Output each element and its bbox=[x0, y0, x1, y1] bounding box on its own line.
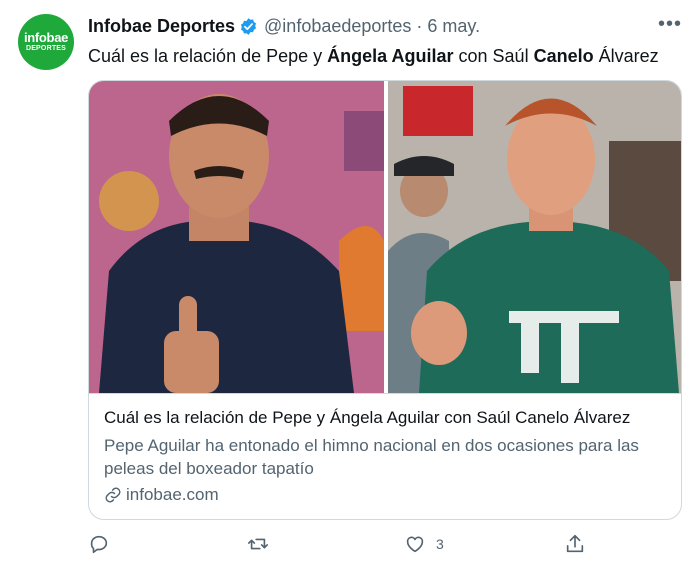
tweet-header: Infobae Deportes @infobaedeportes · 6 ma… bbox=[88, 14, 480, 38]
handle[interactable]: @infobaedeportes bbox=[264, 16, 411, 37]
tweet-text-segment: Álvarez bbox=[593, 46, 659, 66]
avatar-logo-text: infobae bbox=[23, 30, 69, 45]
share-button[interactable] bbox=[564, 533, 586, 555]
tweet[interactable]: infobae DEPORTES Infobae Deportes @infob… bbox=[0, 0, 700, 572]
retweet-icon bbox=[248, 538, 268, 550]
tweet-text-segment: con Saúl bbox=[453, 46, 534, 66]
card-description: Pepe Aguilar ha entonado el himno nacion… bbox=[104, 436, 639, 478]
card-image[interactable] bbox=[89, 81, 682, 393]
retweet-button[interactable] bbox=[246, 533, 270, 555]
like-count: 3 bbox=[436, 536, 444, 552]
avatar[interactable]: infobae DEPORTES bbox=[18, 14, 74, 70]
card-title: Cuál es la relación de Pepe y Ángela Agu… bbox=[104, 408, 631, 427]
display-name[interactable]: Infobae Deportes bbox=[88, 16, 235, 37]
card-divider bbox=[89, 393, 681, 394]
link-icon bbox=[105, 487, 121, 503]
tweet-actions: 3 bbox=[88, 533, 608, 559]
tweet-date[interactable]: 6 may. bbox=[427, 16, 480, 37]
like-icon bbox=[406, 536, 424, 553]
link-card[interactable]: Cuál es la relación de Pepe y Ángela Agu… bbox=[88, 80, 682, 520]
tweet-text: Cuál es la relación de Pepe y Ángela Agu… bbox=[88, 44, 659, 68]
avatar-logo-subtext: DEPORTES bbox=[25, 45, 67, 52]
separator-dot: · bbox=[416, 15, 423, 36]
tweet-text-bold: Ángela Aguilar bbox=[327, 46, 454, 66]
share-icon bbox=[566, 534, 584, 553]
like-button[interactable]: 3 bbox=[404, 533, 444, 555]
card-link[interactable]: infobae.com bbox=[104, 485, 219, 505]
reply-button[interactable] bbox=[88, 533, 110, 555]
reply-icon bbox=[90, 535, 108, 554]
tweet-text-bold: Canelo bbox=[533, 46, 594, 66]
card-link-domain: infobae.com bbox=[126, 485, 219, 504]
verified-badge-icon bbox=[241, 17, 257, 35]
tweet-text-segment: Cuál es la relación de Pepe y bbox=[88, 46, 328, 66]
more-icon[interactable]: ••• bbox=[658, 14, 682, 34]
